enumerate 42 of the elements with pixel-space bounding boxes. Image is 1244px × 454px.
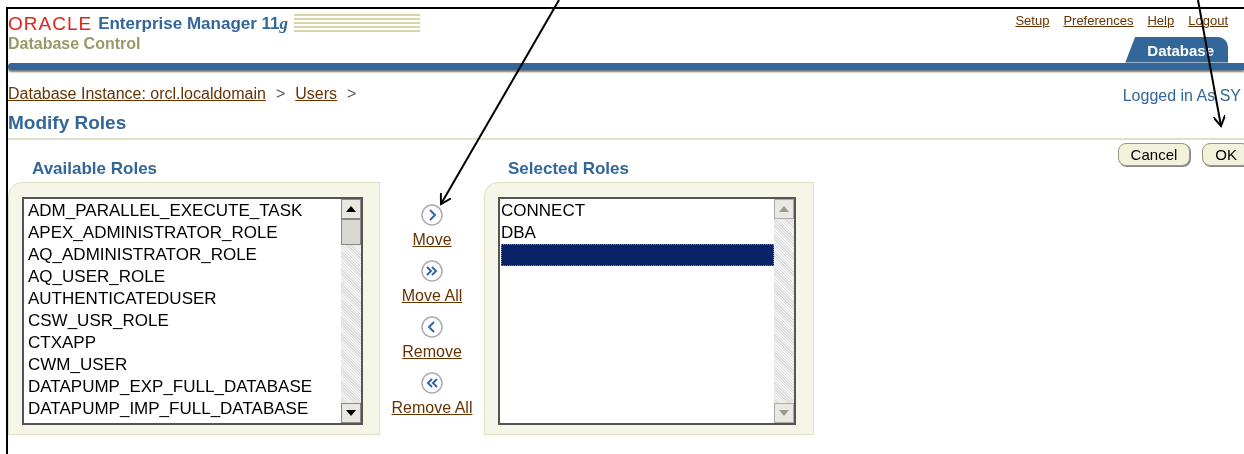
action-link[interactable]: Move — [412, 227, 452, 252]
button[interactable]: OK — [1202, 142, 1244, 166]
list-item[interactable]: AQ_ADMINISTRATOR_ROLE — [28, 243, 341, 266]
list-box[interactable]: CONNECT DBA — [498, 196, 796, 425]
list-item[interactable]: DBA — [501, 221, 774, 244]
list-title: Available Roles — [31, 157, 159, 180]
list-item[interactable]: AQ_USER_ROLE — [28, 265, 341, 288]
stripes-icon — [294, 13, 421, 33]
product-subtitle: Database Control — [8, 35, 142, 53]
button[interactable]: Cancel — [1117, 142, 1191, 166]
selected-row[interactable] — [501, 243, 774, 266]
action-link[interactable]: Remove — [402, 339, 462, 364]
list-item[interactable]: CTXAPP — [28, 331, 341, 354]
header-link[interactable]: Setup — [1015, 11, 1050, 31]
header-link[interactable]: Help — [1147, 11, 1175, 31]
breadcrumb-link[interactable]: Users — [295, 81, 338, 106]
list-box[interactable]: ADM_PARALLEL_EXECUTE_TASK APEX_ADMINISTRATOR_ROLE AQ_ADMINISTRATOR_ROLE AQ_USER_ROLE AUTHENTICATEDUSER CSW_USR_ROLE CTXAPP CWM_USER DATAPUMP_EXP_FULL_DATABASE DATAPUMP_IMP_FULL_DATABASE — [22, 196, 363, 425]
list-item[interactable]: DATAPUMP_EXP_FULL_DATABASE — [28, 375, 341, 398]
list-item[interactable]: APEX_ADMINISTRATOR_ROLE — [28, 221, 341, 244]
list-item[interactable]: ADM_PARALLEL_EXECUTE_TASK — [28, 199, 341, 222]
page-title: Modify Roles — [8, 111, 128, 134]
oracle-logo: ORACLE — [8, 13, 93, 33]
product-name: Enterprise Manager 11g — [98, 14, 289, 32]
logged-in-text: Logged in As SY — [1122, 85, 1241, 104]
breadcrumb-link[interactable]: Database Instance: orcl.localdomain — [8, 81, 266, 106]
breadcrumb-separator: > — [275, 83, 286, 104]
chevron-right-icon[interactable] — [421, 203, 443, 226]
breadcrumb-separator: > — [347, 83, 357, 104]
double-chevron-right-icon[interactable] — [421, 259, 443, 282]
action-link[interactable]: Move All — [401, 283, 463, 308]
action-link[interactable]: Remove All — [391, 395, 473, 420]
scrollbar[interactable] — [341, 198, 361, 423]
list-item[interactable]: DATAPUMP_IMP_FULL_DATABASE — [28, 397, 341, 420]
list-item[interactable]: CSW_USR_ROLE — [28, 309, 341, 332]
scroll-thumb[interactable] — [341, 218, 361, 245]
chevron-left-icon[interactable] — [421, 315, 443, 338]
list-title: Selected Roles — [507, 157, 630, 180]
list-item[interactable]: CWM_USER — [28, 353, 341, 376]
header-link[interactable]: Preferences — [1063, 11, 1134, 31]
list-item[interactable]: AUTHENTICATEDUSER — [28, 287, 341, 310]
double-chevron-left-icon[interactable] — [421, 371, 443, 394]
list-item[interactable]: CONNECT — [501, 199, 774, 222]
